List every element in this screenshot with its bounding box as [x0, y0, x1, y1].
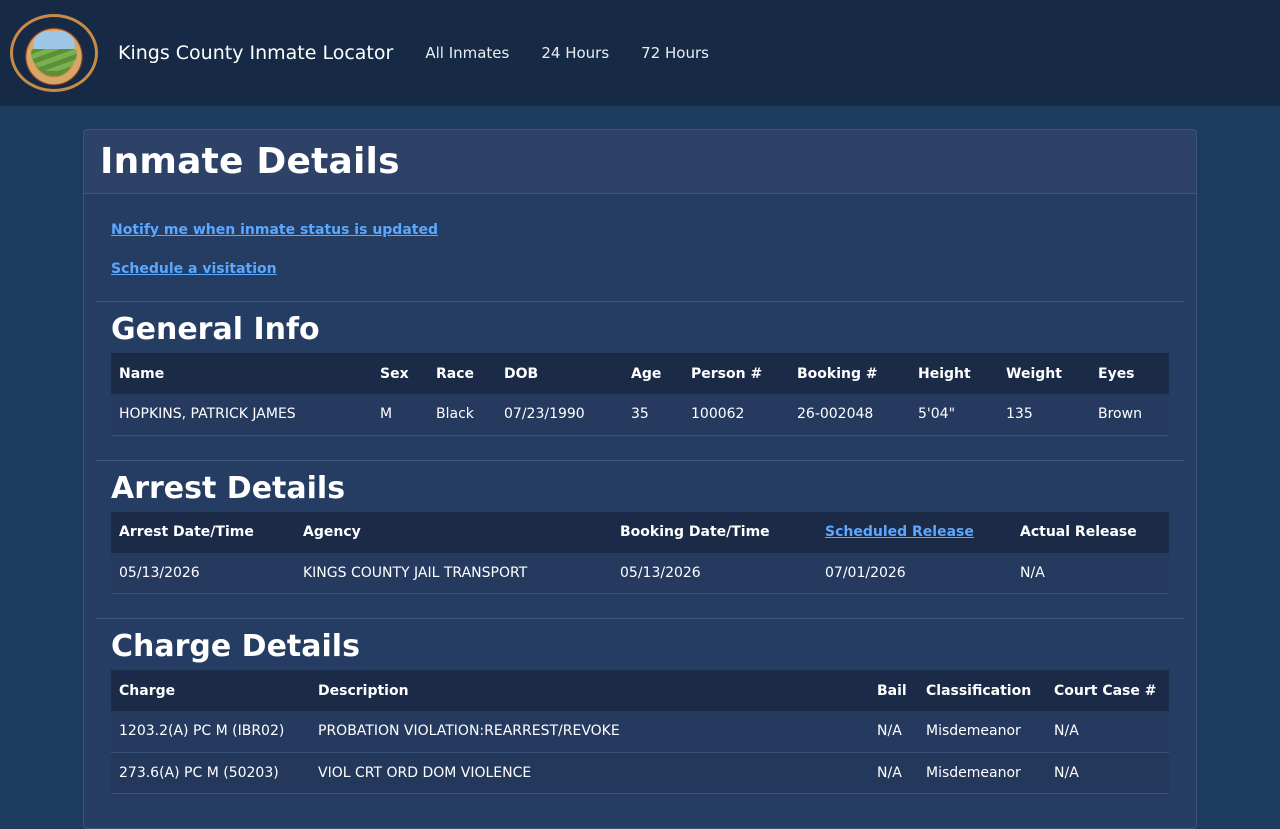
seal-field	[31, 49, 77, 71]
col-booking-number: Booking #	[789, 353, 910, 394]
col-person-number: Person #	[683, 353, 789, 394]
cell-age: 35	[623, 394, 683, 436]
card-header: Inmate Details	[84, 130, 1196, 194]
nav-24-hours[interactable]: 24 Hours	[541, 44, 609, 62]
cell-court-case: N/A	[1046, 752, 1169, 794]
cell-charge: 1203.2(A) PC M (IBR02)	[111, 711, 310, 753]
nav-all-inmates[interactable]: All Inmates	[425, 44, 509, 62]
cell-arrest-datetime: 05/13/2026	[111, 552, 295, 594]
table-row: 273.6(A) PC M (50203) VIOL CRT ORD DOM V…	[111, 752, 1169, 794]
cell-name: HOPKINS, PATRICK JAMES	[111, 394, 372, 436]
col-height: Height	[910, 353, 998, 394]
nav-72-hours[interactable]: 72 Hours	[641, 44, 709, 62]
cell-court-case: N/A	[1046, 711, 1169, 753]
cell-bail: N/A	[869, 711, 918, 753]
cell-bail: N/A	[869, 752, 918, 794]
cell-weight: 135	[998, 394, 1090, 436]
table-header-row: Charge Description Bail Classification C…	[111, 670, 1169, 711]
col-name: Name	[111, 353, 372, 394]
col-description: Description	[310, 670, 869, 711]
col-sex: Sex	[372, 353, 428, 394]
col-court-case: Court Case #	[1046, 670, 1169, 711]
arrest-details-title: Arrest Details	[111, 470, 346, 506]
cell-agency: KINGS COUNTY JAIL TRANSPORT	[295, 552, 612, 594]
county-seal-logo[interactable]	[10, 14, 98, 92]
col-classification: Classification	[918, 670, 1046, 711]
charge-details-title: Charge Details	[111, 629, 360, 664]
cell-race: Black	[428, 394, 496, 436]
notify-status-link[interactable]: Notify me when inmate status is updated	[111, 222, 1196, 238]
col-arrest-datetime: Arrest Date/Time	[111, 511, 295, 553]
arrest-details-table: Arrest Date/Time Agency Booking Date/Tim…	[111, 511, 1169, 594]
col-agency: Agency	[295, 511, 612, 553]
cell-classification: Misdemeanor	[918, 752, 1046, 794]
col-eyes: Eyes	[1090, 353, 1169, 394]
table-row: HOPKINS, PATRICK JAMES M Black 07/23/199…	[111, 394, 1169, 436]
cell-description: PROBATION VIOLATION:REARREST/REVOKE	[310, 711, 869, 753]
general-info-title: General Info	[111, 312, 320, 347]
cell-scheduled-release: 07/01/2026	[817, 552, 1012, 594]
page-title: Inmate Details	[100, 141, 400, 182]
charge-details-table: Charge Description Bail Classification C…	[111, 670, 1169, 794]
site-brand[interactable]: Kings County Inmate Locator	[118, 42, 393, 64]
table-row: 1203.2(A) PC M (IBR02) PROBATION VIOLATI…	[111, 711, 1169, 753]
cell-eyes: Brown	[1090, 394, 1169, 436]
cell-classification: Misdemeanor	[918, 711, 1046, 753]
cell-height: 5'04"	[910, 394, 998, 436]
col-weight: Weight	[998, 353, 1090, 394]
general-info-table: Name Sex Race DOB Age Person # Booking #…	[111, 353, 1169, 436]
cell-sex: M	[372, 394, 428, 436]
inmate-details-card: Inmate Details Notify me when inmate sta…	[83, 129, 1197, 829]
charge-details-section: Charge Details Charge Description Bail C…	[95, 618, 1185, 818]
col-scheduled-release: Scheduled Release	[817, 511, 1012, 553]
main-nav: All Inmates 24 Hours 72 Hours	[425, 44, 709, 62]
action-links: Notify me when inmate status is updated …	[84, 194, 1196, 277]
cell-description: VIOL CRT ORD DOM VIOLENCE	[310, 752, 869, 794]
cell-person-number: 100062	[683, 394, 789, 436]
table-row: 05/13/2026 KINGS COUNTY JAIL TRANSPORT 0…	[111, 552, 1169, 594]
col-bail: Bail	[869, 670, 918, 711]
table-header-row: Name Sex Race DOB Age Person # Booking #…	[111, 353, 1169, 394]
seal-sky	[33, 31, 75, 49]
arrest-details-section: Arrest Details Arrest Date/Time Agency B…	[95, 459, 1185, 619]
cell-dob: 07/23/1990	[496, 394, 623, 436]
schedule-visitation-link[interactable]: Schedule a visitation	[111, 261, 1196, 277]
col-dob: DOB	[496, 353, 623, 394]
cell-booking-datetime: 05/13/2026	[612, 552, 817, 594]
col-booking-datetime: Booking Date/Time	[612, 511, 817, 553]
col-age: Age	[623, 353, 683, 394]
table-header-row: Arrest Date/Time Agency Booking Date/Tim…	[111, 511, 1169, 553]
cell-charge: 273.6(A) PC M (50203)	[111, 752, 310, 794]
general-info-section: General Info Name Sex Race DOB Age Perso…	[95, 301, 1185, 460]
col-actual-release: Actual Release	[1012, 511, 1169, 553]
scheduled-release-link[interactable]: Scheduled Release	[825, 524, 974, 540]
cell-booking-number: 26-002048	[789, 394, 910, 436]
top-bar: Kings County Inmate Locator All Inmates …	[0, 0, 1280, 106]
col-charge: Charge	[111, 670, 310, 711]
cell-actual-release: N/A	[1012, 552, 1169, 594]
col-race: Race	[428, 353, 496, 394]
